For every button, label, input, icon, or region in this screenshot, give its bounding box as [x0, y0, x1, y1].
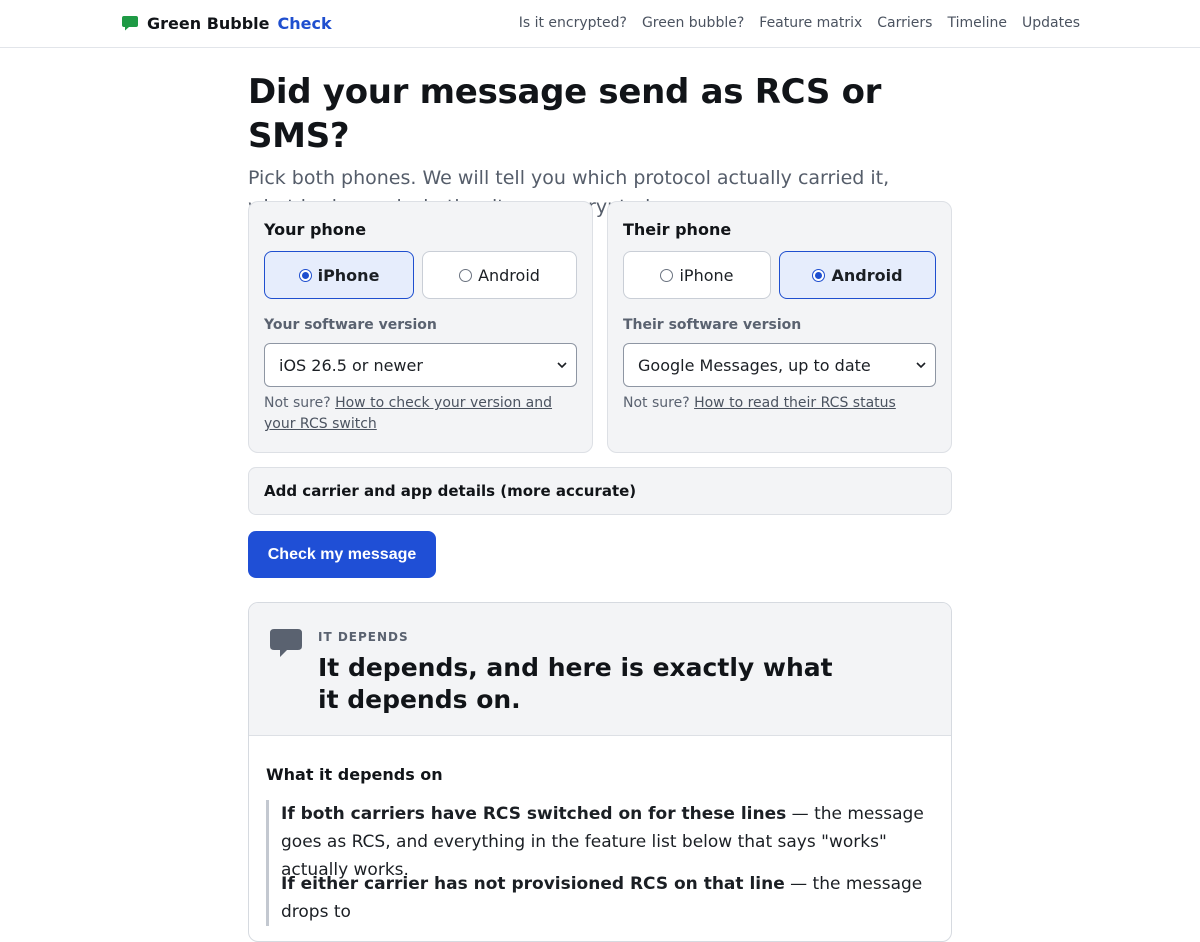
- nav-link-timeline[interactable]: Timeline: [947, 13, 1007, 33]
- your-version-select[interactable]: iOS 26.5 or newer: [264, 343, 577, 387]
- their-phone-card: Their phone iPhone Android Their softwar…: [607, 201, 952, 453]
- result-verdict: It depends, and here is exactly what it …: [318, 653, 833, 714]
- top-navigation-bar: Green Bubble Check Is it encrypted? Gree…: [0, 0, 1200, 48]
- result-kicker: IT DEPENDS: [318, 630, 409, 644]
- their-phone-option-android[interactable]: Android: [779, 251, 936, 299]
- their-phone-title: Their phone: [623, 220, 732, 239]
- select-value: iOS 26.5 or newer: [279, 355, 423, 375]
- nav-link-carriers[interactable]: Carriers: [877, 13, 932, 33]
- chevron-down-icon: [557, 362, 567, 369]
- your-version-hint: Not sure? How to check your version and …: [264, 395, 553, 432]
- nav-link-encrypted[interactable]: Is it encrypted?: [519, 13, 627, 33]
- result-header: IT DEPENDS It depends, and here is exact…: [249, 603, 951, 736]
- brand-name: Green Bubble: [147, 13, 270, 33]
- your-phone-card: Your phone iPhone Android Your software …: [248, 201, 593, 453]
- option-label: Android: [478, 265, 540, 285]
- their-version-hint: Not sure? How to read their RCS status: [623, 395, 896, 411]
- nav-link-feature-matrix[interactable]: Feature matrix: [759, 13, 862, 33]
- option-label: iPhone: [317, 265, 380, 285]
- condition-item: If either carrier has not provisioned RC…: [266, 870, 926, 926]
- their-version-select[interactable]: Google Messages, up to date: [623, 343, 936, 387]
- page-title: Did your message send as RCS or SMS?: [248, 72, 882, 156]
- your-phone-option-iphone[interactable]: iPhone: [264, 251, 414, 299]
- radio-selected-icon: [812, 268, 826, 282]
- your-phone-option-android[interactable]: Android: [422, 251, 577, 299]
- phone-picker: Your phone iPhone Android Your software …: [248, 201, 952, 453]
- carrier-details-toggle[interactable]: Add carrier and app details (more accura…: [248, 467, 952, 515]
- depends-heading: What it depends on: [266, 765, 443, 784]
- nav-link-green-bubble[interactable]: Green bubble?: [642, 13, 744, 33]
- main-nav: Is it encrypted? Green bubble? Feature m…: [519, 13, 1080, 33]
- main-content: Did your message send as RCS or SMS? Pic…: [248, 70, 952, 942]
- option-label: iPhone: [679, 265, 734, 285]
- speech-bubble-icon: [122, 16, 138, 31]
- rcs-status-link[interactable]: How to read their RCS status: [694, 395, 896, 411]
- chevron-down-icon: [916, 362, 926, 369]
- your-version-label: Your software version: [264, 317, 437, 333]
- radio-selected-icon: [298, 268, 312, 282]
- brand-logo[interactable]: Green Bubble Check: [121, 13, 332, 33]
- check-message-button[interactable]: Check my message: [248, 531, 436, 578]
- result-panel: IT DEPENDS It depends, and here is exact…: [248, 602, 952, 942]
- radio-empty-icon: [660, 268, 674, 282]
- speech-bubble-icon: [270, 629, 302, 657]
- radio-empty-icon: [459, 268, 473, 282]
- condition-lead: If both carriers have RCS switched on fo…: [281, 804, 787, 824]
- option-label: Android: [831, 265, 903, 285]
- your-phone-title: Your phone: [264, 220, 367, 239]
- brand-name-accent: Check: [277, 13, 332, 33]
- their-version-label: Their software version: [623, 317, 802, 333]
- their-phone-option-iphone[interactable]: iPhone: [623, 251, 771, 299]
- select-value: Google Messages, up to date: [638, 355, 871, 375]
- nav-link-updates[interactable]: Updates: [1022, 13, 1080, 33]
- condition-lead: If either carrier has not provisioned RC…: [281, 874, 785, 894]
